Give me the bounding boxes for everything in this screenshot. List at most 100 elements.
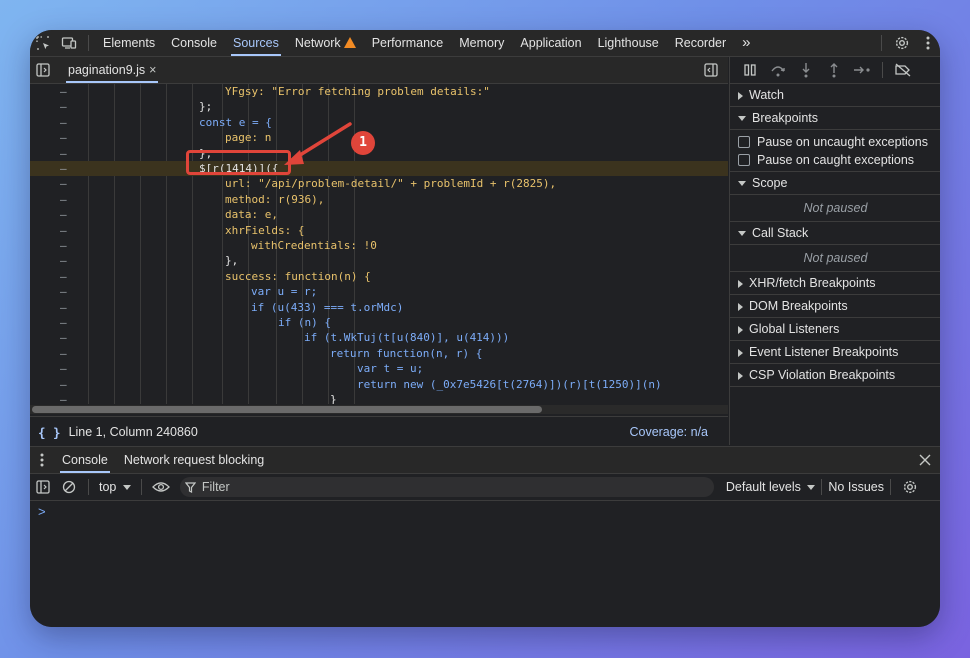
tab-sources[interactable]: Sources: [225, 30, 287, 56]
device-toolbar-icon[interactable]: [56, 30, 82, 56]
call-stack-status: Not paused: [730, 245, 940, 272]
code-line: – success: function(n) {: [30, 269, 728, 284]
collapse-arrow-icon: [738, 231, 746, 237]
code-text: if (u(433) === t.orMdc): [251, 300, 404, 314]
console-filter-input[interactable]: Filter: [179, 477, 714, 497]
expand-arrow-icon: [738, 91, 743, 100]
line-gutter-mark: –: [60, 223, 67, 237]
line-gutter-mark: –: [60, 254, 67, 268]
tab-console[interactable]: Console: [163, 30, 225, 56]
log-levels-dropdown[interactable]: Default levels: [726, 480, 816, 494]
code-line: – return new (_0x7e5426[t(2764)])(r)[t(12…: [30, 377, 728, 392]
section-event-listener-breakpoints[interactable]: Event Listener Breakpoints: [730, 341, 940, 364]
section-event-label: Event Listener Breakpoints: [749, 345, 899, 359]
drawer-tab-console[interactable]: Console: [54, 447, 116, 473]
more-tabs-button[interactable]: »: [734, 30, 758, 56]
line-gutter-mark: –: [60, 131, 67, 145]
console-settings-gear-icon[interactable]: [897, 474, 923, 500]
tab-lighthouse[interactable]: Lighthouse: [590, 30, 667, 56]
line-gutter-mark: –: [60, 100, 67, 114]
pause-uncaught-checkbox[interactable]: [738, 135, 750, 148]
code-text: data: e,: [225, 208, 278, 222]
expand-arrow-icon: [738, 371, 743, 380]
console-sidebar-icon[interactable]: [30, 474, 56, 500]
code-line: –};: [30, 99, 728, 114]
main-toolbar: Elements Console Sources Network Perform…: [30, 30, 940, 57]
settings-gear-icon[interactable]: [888, 30, 916, 56]
line-gutter-mark: –: [60, 316, 67, 329]
separator: [88, 35, 89, 51]
section-xhr-breakpoints[interactable]: XHR/fetch Breakpoints: [730, 272, 940, 295]
kebab-menu-icon[interactable]: [916, 30, 940, 56]
inspect-element-icon[interactable]: [30, 30, 56, 56]
code-text: const e = {: [199, 115, 272, 129]
close-drawer-icon[interactable]: [914, 447, 936, 473]
code-editor[interactable]: – YFgsy: "Error fetching problem details:…: [30, 84, 728, 404]
close-file-tab-button[interactable]: ×: [149, 63, 156, 77]
coverage-link[interactable]: Coverage: n/a: [629, 425, 708, 439]
pause-caught-checkbox-row[interactable]: Pause on caught exceptions: [730, 151, 940, 169]
live-expression-eye-icon[interactable]: [148, 474, 174, 500]
toggle-debugger-sidebar-icon[interactable]: [700, 57, 722, 83]
toggle-navigator-icon[interactable]: [30, 57, 56, 83]
separator: [140, 479, 142, 495]
section-scope[interactable]: Scope: [730, 172, 940, 195]
tab-performance[interactable]: Performance: [364, 30, 452, 56]
horizontal-scrollbar-thumb[interactable]: [32, 406, 542, 413]
tab-elements[interactable]: Elements: [95, 30, 163, 56]
pause-resume-icon[interactable]: [736, 57, 764, 83]
line-gutter-mark: –: [60, 85, 67, 98]
code-line: –}: [30, 392, 728, 404]
tab-recorder[interactable]: Recorder: [667, 30, 734, 56]
separator: [882, 62, 883, 78]
console-prompt[interactable]: >: [38, 504, 46, 519]
expand-arrow-icon: [738, 279, 743, 288]
code-text: url: "/api/problem-detail/" + problemId …: [225, 177, 557, 191]
file-tab-pagination9[interactable]: pagination9.js ×: [62, 57, 162, 83]
tab-memory[interactable]: Memory: [451, 30, 512, 56]
section-call-stack[interactable]: Call Stack: [730, 222, 940, 245]
section-dom-label: DOM Breakpoints: [749, 299, 848, 313]
code-line-highlighted: – $[r(1414)]({: [30, 161, 728, 177]
horizontal-scrollbar[interactable]: [30, 405, 728, 414]
separator: [881, 35, 882, 51]
line-gutter-mark: –: [60, 331, 67, 345]
section-csp-label: CSP Violation Breakpoints: [749, 368, 896, 382]
separator: [890, 479, 891, 495]
step-into-icon[interactable]: [792, 57, 820, 83]
context-selector[interactable]: top: [95, 480, 135, 494]
line-gutter-mark: –: [60, 208, 67, 222]
step-over-icon[interactable]: [764, 57, 792, 83]
issues-counter[interactable]: No Issues: [828, 480, 884, 494]
line-gutter-mark: –: [60, 115, 67, 129]
line-gutter-mark: –: [60, 346, 67, 360]
section-dom-breakpoints[interactable]: DOM Breakpoints: [730, 295, 940, 318]
section-global-listeners[interactable]: Global Listeners: [730, 318, 940, 341]
pause-uncaught-checkbox-row[interactable]: Pause on uncaught exceptions: [730, 133, 940, 151]
drawer-tab-network-request-blocking[interactable]: Network request blocking: [116, 447, 272, 473]
deactivate-breakpoints-icon[interactable]: [889, 57, 917, 83]
step-out-icon[interactable]: [820, 57, 848, 83]
expand-arrow-icon: [738, 325, 743, 334]
section-breakpoints[interactable]: Breakpoints: [730, 107, 940, 129]
pretty-print-button[interactable]: { }: [38, 425, 61, 440]
line-gutter-mark: –: [60, 362, 67, 376]
step-icon[interactable]: [848, 57, 876, 83]
highlight-box-annotation: [186, 150, 291, 175]
filter-placeholder: Filter: [201, 480, 230, 494]
section-watch[interactable]: Watch: [730, 84, 940, 107]
code-line: – data: e,: [30, 207, 728, 222]
drawer-menu-icon[interactable]: [30, 447, 54, 473]
breakpoints-options: Pause on uncaught exceptions Pause on ca…: [730, 129, 940, 172]
clear-console-icon[interactable]: [56, 474, 82, 500]
code-text: if (n) {: [278, 316, 331, 329]
editor-statusbar: { } Line 1, Column 240860 Coverage: n/a: [30, 416, 728, 447]
section-csp-breakpoints[interactable]: CSP Violation Breakpoints: [730, 364, 940, 387]
expand-arrow-icon: [738, 302, 743, 311]
tab-application[interactable]: Application: [512, 30, 589, 56]
editor-tabbar: pagination9.js ×: [30, 57, 728, 84]
cursor-position: Line 1, Column 240860: [68, 425, 198, 439]
tab-network[interactable]: Network: [287, 30, 364, 56]
pause-caught-checkbox[interactable]: [738, 153, 750, 166]
code-text: success: function(n) {: [225, 269, 371, 283]
